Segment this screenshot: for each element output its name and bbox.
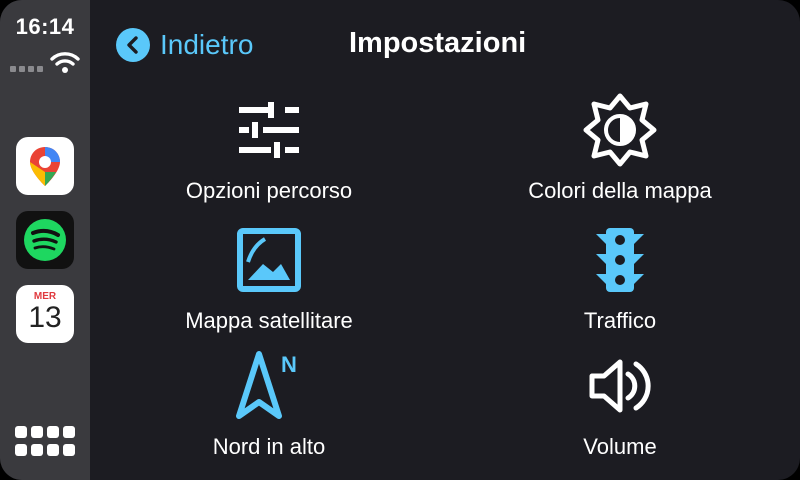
sun-half-icon xyxy=(583,93,657,167)
north-up-label: Nord in alto xyxy=(212,434,326,459)
speaker-icon xyxy=(589,359,651,413)
status-time: 16:14 xyxy=(15,14,75,39)
sidebar: 16:14 MER 13 xyxy=(0,0,90,480)
calendar-date-number: 13 xyxy=(28,301,62,334)
satellite-map-label: Mappa satellitare xyxy=(185,308,353,333)
volume-label: Volume xyxy=(583,434,657,459)
back-button[interactable]: Indietro xyxy=(116,27,253,63)
maps-app-icon[interactable] xyxy=(16,137,74,195)
satellite-map-button[interactable]: Mappa satellitare xyxy=(149,222,389,334)
route-options-label: Opzioni percorso xyxy=(185,178,353,203)
carplay-screen: 16:14 MER 13 Indietro Impostazioni Opzio… xyxy=(0,0,800,480)
traffic-light-icon xyxy=(596,228,644,292)
calendar-app-icon[interactable]: MER 13 xyxy=(16,285,74,343)
page-title: Impostazioni xyxy=(349,27,527,59)
volume-button[interactable]: Volume xyxy=(500,348,740,460)
traffic-label: Traffico xyxy=(583,308,657,333)
north-up-button[interactable]: N Nord in alto xyxy=(149,348,389,460)
map-colors-button[interactable]: Colori della mappa xyxy=(500,92,740,204)
wifi-icon xyxy=(50,52,80,73)
traffic-button[interactable]: Traffico xyxy=(500,222,740,334)
spotify-app-icon[interactable] xyxy=(16,211,74,269)
map-colors-label: Colori della mappa xyxy=(528,178,712,203)
app-grid-icon[interactable] xyxy=(15,426,75,458)
svg-text:N: N xyxy=(281,352,297,377)
back-label: Indietro xyxy=(160,29,254,60)
cellular-signal-icon xyxy=(10,66,43,72)
sliders-icon xyxy=(239,102,299,158)
satellite-image-icon xyxy=(237,228,301,292)
chevron-left-icon xyxy=(116,28,150,62)
north-arrow-icon: N xyxy=(236,351,297,419)
route-options-button[interactable]: Opzioni percorso xyxy=(149,92,389,204)
